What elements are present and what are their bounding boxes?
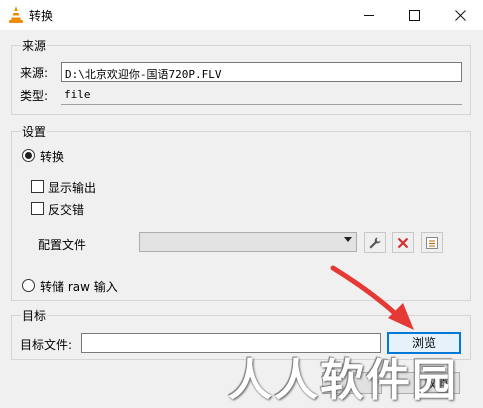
minimize-icon: [363, 14, 374, 16]
convert-label: 转换: [40, 150, 65, 164]
dump-raw-radio[interactable]: [22, 279, 35, 292]
show-output-label: 显示输出: [48, 181, 97, 195]
deinterlace-checkbox[interactable]: [31, 202, 44, 215]
destination-group-title: 目标: [21, 307, 48, 324]
type-value: file: [64, 88, 91, 101]
close-button[interactable]: [437, 0, 483, 30]
profile-dropdown[interactable]: [139, 232, 357, 252]
wrench-icon: [369, 237, 381, 248]
maximize-button[interactable]: [391, 0, 437, 30]
window-title: 转换: [29, 9, 54, 23]
deinterlace-label: 反交错: [48, 203, 85, 217]
dump-raw-label: 转储 raw 输入: [40, 280, 118, 294]
edit-profile-button[interactable]: [364, 232, 386, 253]
profile-label: 配置文件: [38, 238, 87, 252]
new-profile-icon: [426, 236, 438, 249]
source-path-value: D:\北京欢迎你-国语720P.FLV: [65, 68, 222, 81]
source-label: 来源:: [20, 66, 49, 80]
settings-group-title: 设置: [21, 123, 48, 140]
type-label: 类型:: [20, 89, 49, 103]
show-output-checkbox[interactable]: [31, 180, 44, 193]
title-bar: 转换: [0, 0, 483, 30]
chevron-down-icon: [344, 237, 352, 242]
destination-file-label: 目标文件:: [20, 338, 73, 352]
watermark-text: 人人软件园: [228, 355, 458, 406]
source-path-field[interactable]: D:\北京欢迎你-国语720P.FLV: [61, 62, 462, 82]
new-profile-button[interactable]: [421, 232, 443, 253]
delete-profile-button[interactable]: [392, 232, 414, 253]
close-icon: [454, 9, 466, 21]
source-divider: [61, 104, 462, 105]
minimize-button[interactable]: [346, 0, 392, 30]
radio-selected-dot: [25, 152, 32, 159]
maximize-icon: [408, 9, 420, 21]
convert-radio[interactable]: [22, 149, 35, 162]
vlc-cone-icon: [9, 6, 23, 23]
source-group-title: 来源: [21, 37, 48, 54]
delete-x-icon: [397, 237, 409, 248]
